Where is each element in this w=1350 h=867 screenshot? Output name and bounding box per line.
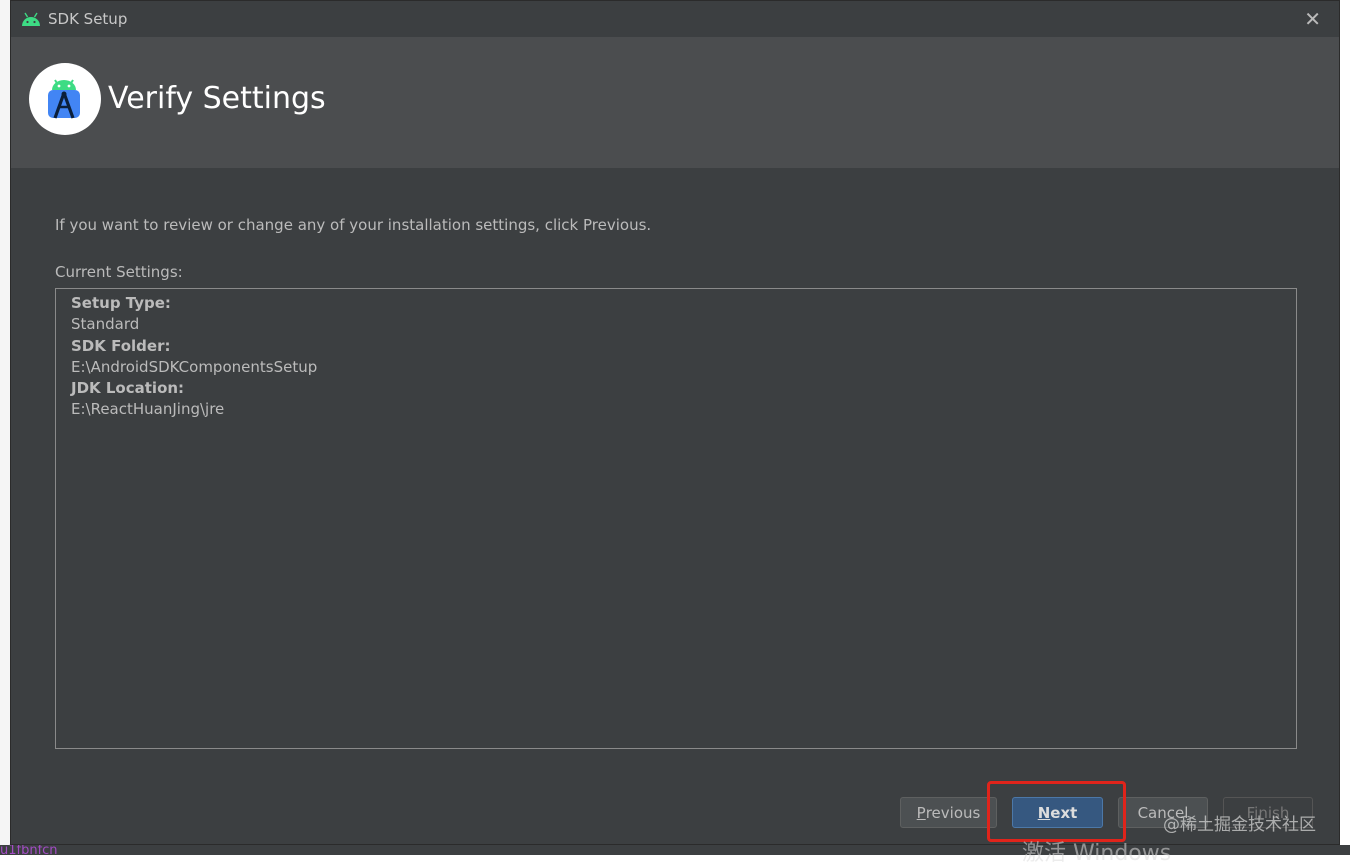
close-icon[interactable]: ✕ xyxy=(1304,7,1321,31)
current-settings-label: Current Settings: xyxy=(55,263,183,281)
android-icon xyxy=(22,12,40,26)
background-window-strip xyxy=(0,0,10,855)
juejin-watermark: @稀土掘金技术社区 xyxy=(1163,815,1316,835)
setting-value: E:\ReactHuanJing\jre xyxy=(71,400,225,419)
setting-value: Standard xyxy=(71,315,140,334)
setting-label: Setup Type: xyxy=(71,294,171,312)
setting-label: JDK Location: xyxy=(71,379,185,398)
content-area: If you want to review or change any of y… xyxy=(11,168,1339,778)
previous-button[interactable]: Previous xyxy=(900,797,997,828)
next-button[interactable]: Next xyxy=(1012,797,1103,828)
setting-value: E:\AndroidSDKComponentsSetup xyxy=(71,357,318,376)
background-bottom-text: u1fbnfcn xyxy=(0,843,58,858)
page-title: Verify Settings xyxy=(108,81,326,116)
next-label: ext xyxy=(1050,803,1078,822)
windows-activation-watermark: 激活 Windows xyxy=(1022,841,1172,866)
android-studio-logo xyxy=(29,63,101,135)
next-mnemonic: N xyxy=(1037,803,1051,822)
window-title: SDK Setup xyxy=(48,10,128,28)
android-studio-icon xyxy=(48,79,80,119)
title-bar: SDK Setup ✕ xyxy=(11,1,1339,37)
previous-mnemonic: P xyxy=(916,803,926,822)
sdk-setup-dialog: SDK Setup ✕ Verify Settings If you want … xyxy=(10,0,1340,845)
instruction-text: If you want to review or change any of y… xyxy=(55,216,652,234)
settings-summary-box[interactable]: Setup Type: Standard SDK Folder: E:\Andr… xyxy=(55,288,1297,749)
page-header: Verify Settings xyxy=(11,37,1339,168)
setting-label: SDK Folder: xyxy=(71,336,171,355)
previous-label: revious xyxy=(925,803,981,822)
